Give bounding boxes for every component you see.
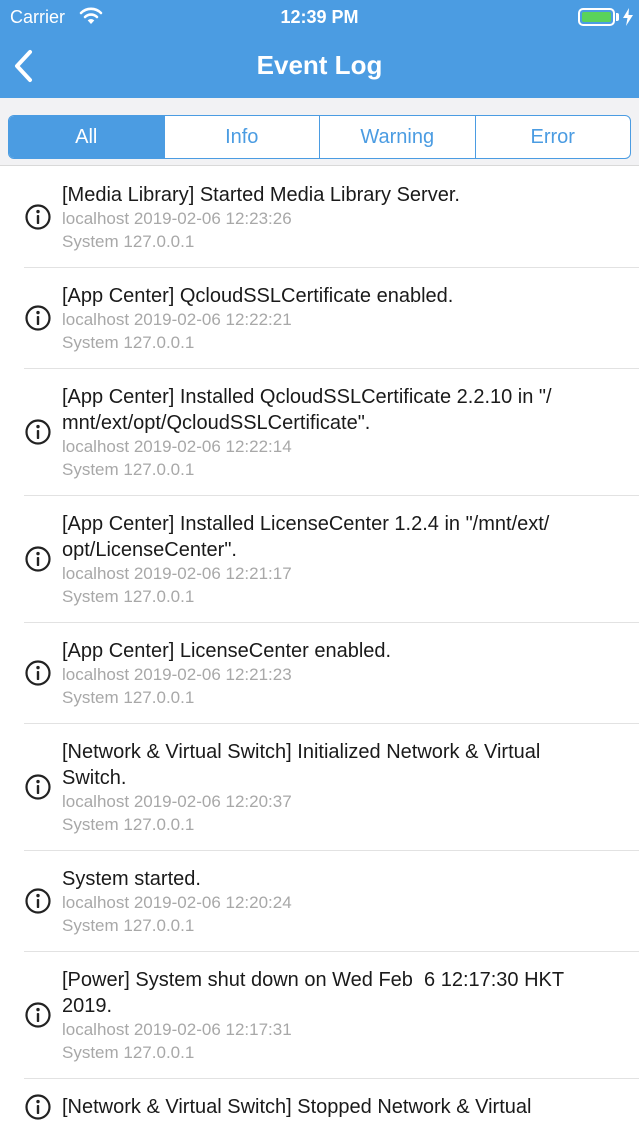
event-host-time: localhost 2019-02-06 12:21:23	[62, 665, 292, 684]
event-host-time: localhost 2019-02-06 12:20:24	[62, 893, 292, 912]
event-source: System 127.0.0.1	[62, 1042, 195, 1062]
event-list-item[interactable]: [App Center] QcloudSSLCertificate enable…	[24, 268, 639, 369]
event-message: [Media Library] Started Media Library Se…	[62, 184, 460, 206]
event-list-item[interactable]: [App Center] Installed LicenseCenter 1.2…	[24, 496, 639, 623]
info-icon	[25, 1002, 51, 1028]
status-bar: Carrier 12:39 PM	[0, 0, 639, 34]
event-host-time: localhost 2019-02-06 12:17:31	[62, 1020, 292, 1039]
event-message: [Power] System shut down on Wed Feb 6 12…	[62, 969, 565, 1017]
event-source: System 127.0.0.1	[62, 687, 195, 707]
tab-error[interactable]: Error	[474, 116, 631, 158]
log-level-filter: All Info Warning Error	[8, 115, 631, 159]
event-message: [Network & Virtual Switch] Initialized N…	[62, 741, 541, 789]
clock-time: 12:39 PM	[280, 7, 359, 27]
event-list: [Media Library] Started Media Library Se…	[0, 167, 639, 1134]
info-icon	[25, 774, 51, 800]
event-list-item[interactable]: [Network & Virtual Switch] Initialized N…	[24, 724, 639, 851]
event-source: System 127.0.0.1	[62, 814, 195, 834]
event-source: System 127.0.0.1	[62, 915, 195, 935]
battery-tip	[616, 13, 619, 21]
event-host-time: localhost 2019-02-06 12:22:21	[62, 310, 292, 329]
info-icon	[25, 305, 51, 331]
info-icon	[25, 888, 51, 914]
event-message: [App Center] LicenseCenter enabled.	[62, 640, 392, 662]
event-message: [App Center] QcloudSSLCertificate enable…	[62, 285, 454, 307]
info-icon	[25, 546, 51, 572]
event-host-time: localhost 2019-02-06 12:21:17	[62, 564, 292, 583]
info-icon	[25, 1093, 51, 1120]
charging-bolt-icon	[623, 8, 633, 26]
event-list-item[interactable]: [App Center] Installed QcloudSSLCertific…	[24, 369, 639, 496]
info-icon	[25, 660, 51, 686]
event-list-item[interactable]: [App Center] LicenseCenter enabled. loca…	[24, 623, 639, 724]
info-icon	[25, 204, 51, 230]
event-host-time: localhost 2019-02-06 12:23:26	[62, 209, 292, 228]
event-message: [App Center] Installed QcloudSSLCertific…	[62, 386, 552, 434]
event-source: System 127.0.0.1	[62, 231, 195, 251]
event-message: [App Center] Installed LicenseCenter 1.2…	[62, 513, 550, 561]
tab-info[interactable]: Info	[163, 116, 320, 158]
battery-icon	[578, 8, 615, 26]
tab-warning[interactable]: Warning	[319, 116, 475, 158]
event-list-item[interactable]: [Media Library] Started Media Library Se…	[24, 167, 639, 268]
event-source: System 127.0.0.1	[62, 459, 195, 479]
event-list-item[interactable]: [Power] System shut down on Wed Feb 6 12…	[24, 952, 639, 1079]
event-source: System 127.0.0.1	[62, 332, 195, 352]
event-list-item[interactable]: System started. localhost 2019-02-06 12:…	[24, 851, 639, 952]
page-title: Event Log	[256, 50, 383, 80]
event-host-time: localhost 2019-02-06 12:20:37	[62, 792, 292, 811]
tab-all[interactable]: All	[9, 116, 164, 158]
event-message: System started.	[62, 868, 201, 890]
navigation-header: Carrier 12:39 PM Event Log	[0, 0, 639, 98]
event-host-time: localhost 2019-02-06 12:22:14	[62, 437, 292, 456]
battery-level-fill	[582, 12, 611, 22]
event-source: System 127.0.0.1	[62, 586, 195, 606]
event-message: [Network & Virtual Switch] Stopped Netwo…	[62, 1096, 532, 1118]
event-list-item[interactable]: [Network & Virtual Switch] Stopped Netwo…	[24, 1079, 639, 1134]
info-icon	[25, 419, 51, 445]
